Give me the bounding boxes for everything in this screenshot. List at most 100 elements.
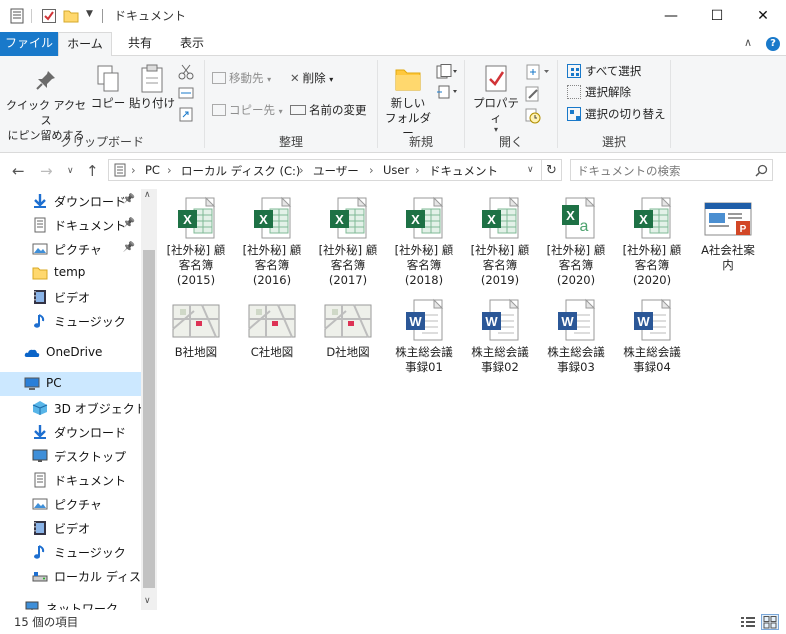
sidebar-item[interactable]: ドキュメント [0, 468, 141, 492]
new-folder-quick-icon[interactable] [63, 8, 79, 24]
copy-button[interactable]: コピー [90, 64, 126, 111]
svg-text:X: X [487, 212, 496, 227]
file-item[interactable]: X [社外秘] 顧客名簿 (2015) [159, 195, 233, 288]
refresh-icon[interactable]: ↻ [542, 159, 562, 181]
breadcrumb-separator-icon[interactable]: › [369, 163, 374, 177]
delete-button[interactable]: ✕ 削除 ▾ [290, 70, 333, 86]
sidebar-item[interactable]: ミュージック [0, 309, 141, 333]
sidebar-item[interactable]: ミュージック [0, 540, 141, 564]
file-list[interactable]: X [社外秘] 顧客名簿 (2015) X [社外秘] 顧客名簿 (2016) X [社外秘]… [157, 189, 786, 610]
file-name: [社外秘] 顧客名簿 (2020) [546, 243, 606, 287]
details-view-icon[interactable] [740, 615, 756, 629]
sidebar-item[interactable]: ピクチャ [0, 492, 141, 516]
tab-home[interactable]: ホーム [58, 32, 112, 57]
copy-to-button[interactable]: コピー先 ▾ [212, 102, 283, 118]
file-item[interactable]: W 株主総会議 事録03 [539, 297, 613, 375]
sidebar-item[interactable]: temp [0, 261, 141, 285]
easy-access-icon[interactable] [436, 84, 458, 100]
breadcrumb-separator-icon[interactable]: › [299, 163, 304, 177]
scroll-up-arrow-icon[interactable]: ∧ [144, 190, 151, 200]
open-icon[interactable] [525, 64, 551, 80]
breadcrumb-user[interactable]: User [383, 163, 409, 177]
invert-selection-label: 選択の切り替え [585, 107, 666, 121]
breadcrumb-users[interactable]: ユーザー [313, 163, 359, 179]
file-item[interactable]: X [社外秘] 顧客名簿 (2018) [387, 195, 461, 288]
help-icon[interactable]: ? [766, 37, 780, 51]
collapse-ribbon-icon[interactable]: ∧ [744, 36, 752, 49]
pin-quick-access-button[interactable]: クイック アクセス にピン留めする [4, 68, 88, 143]
large-icons-view-icon[interactable] [761, 614, 779, 630]
chevron-down-icon[interactable]: ▼ [86, 9, 93, 19]
pictures-icon [32, 241, 48, 257]
file-item[interactable]: W 株主総会議 事録01 [387, 297, 461, 375]
search-input[interactable]: ドキュメントの検索 [577, 163, 681, 179]
file-item[interactable]: P A社会社案内 [691, 195, 765, 273]
address-history-chevron-icon[interactable]: ∨ [527, 165, 534, 175]
sidebar-item[interactable]: ダウンロード 📌 [0, 189, 141, 213]
file-item[interactable]: X [社外秘] 顧客名簿 (2019) [463, 195, 537, 288]
breadcrumb-pc[interactable]: PC [145, 163, 160, 177]
file-item[interactable]: C社地図 [235, 297, 309, 360]
rename-button[interactable]: 名前の変更 [290, 102, 367, 118]
desktop-icon [32, 448, 48, 464]
tab-view[interactable]: 表示 [170, 32, 214, 56]
file-item[interactable]: a X [社外秘] 顧客名簿 (2020) [539, 195, 613, 288]
file-item[interactable]: W 株主総会議 事録04 [615, 297, 689, 375]
organize-group-label: 整理 [278, 135, 303, 149]
search-icon[interactable] [755, 164, 768, 177]
close-button[interactable]: ✕ [740, 0, 786, 32]
sidebar-item-label: ドキュメント [54, 474, 127, 488]
back-arrow-icon[interactable]: ← [12, 162, 25, 180]
sidebar-item[interactable]: ローカル ディスク (C [0, 564, 170, 588]
breadcrumb-documents[interactable]: ドキュメント [429, 163, 498, 179]
up-arrow-icon[interactable]: ↑ [86, 162, 99, 180]
file-item[interactable]: X [社外秘] 顧客名簿 (2017) [311, 195, 385, 288]
tab-share[interactable]: 共有 [118, 32, 162, 56]
invert-selection-button[interactable]: 選択の切り替え [567, 106, 666, 122]
sidebar-item[interactable]: ビデオ [0, 285, 141, 309]
sidebar-item[interactable]: OneDrive [0, 341, 141, 365]
svg-text:W: W [637, 314, 650, 329]
sidebar-item[interactable]: ビデオ [0, 516, 141, 540]
word-icon: W [552, 297, 600, 345]
file-item[interactable]: W 株主総会議 事録02 [463, 297, 537, 375]
sidebar-item[interactable]: ダウンロード [0, 420, 141, 444]
search-box[interactable]: ドキュメントの検索 [570, 159, 773, 181]
breadcrumb-separator-icon[interactable]: › [167, 163, 172, 177]
paste-shortcut-icon[interactable] [178, 106, 194, 122]
minimize-button[interactable]: — [648, 0, 694, 32]
paste-button[interactable]: 貼り付け [128, 64, 176, 111]
select-none-button[interactable]: 選択解除 [567, 84, 631, 100]
breadcrumb-separator-icon[interactable]: › [131, 163, 136, 177]
properties-button[interactable]: プロパティ ▾ [468, 64, 524, 134]
file-name: [社外秘] 顧客名簿 (2016) [242, 243, 302, 287]
move-to-button[interactable]: 移動先 ▾ [212, 70, 271, 86]
sidebar-item[interactable]: PC [0, 372, 141, 396]
cut-icon[interactable] [178, 64, 194, 80]
new-folder-button[interactable]: 新しい フォルダー [380, 64, 436, 141]
maximize-button[interactable]: ☐ [694, 0, 740, 32]
file-item[interactable]: D社地図 [311, 297, 385, 360]
file-item[interactable]: B社地図 [159, 297, 233, 360]
sidebar-item[interactable]: ピクチャ 📌 [0, 237, 141, 261]
file-item[interactable]: X [社外秘] 顧客名簿 (2020) [615, 195, 689, 288]
select-all-button[interactable]: すべて選択 [567, 63, 641, 79]
scroll-down-arrow-icon[interactable]: ∨ [144, 596, 151, 606]
properties-quick-icon[interactable] [9, 8, 25, 24]
new-item-icon[interactable] [436, 64, 458, 80]
sidebar-item[interactable]: 3D オブジェクト [0, 396, 147, 420]
copy-path-icon[interactable] [178, 86, 194, 100]
sidebar-item[interactable]: デスクトップ [0, 444, 141, 468]
tab-file[interactable]: ファイル [0, 32, 58, 56]
checkmark-quick-icon[interactable] [41, 8, 57, 24]
forward-arrow-icon[interactable]: → [40, 162, 53, 180]
breadcrumb-separator-icon[interactable]: › [415, 163, 420, 177]
breadcrumb-local-disk[interactable]: ローカル ディスク (C:) [181, 163, 300, 179]
history-icon[interactable] [525, 108, 541, 124]
sidebar-item[interactable]: ドキュメント 📌 [0, 213, 141, 237]
recent-locations-chevron-icon[interactable]: ∨ [67, 166, 74, 176]
file-item[interactable]: X [社外秘] 顧客名簿 (2016) [235, 195, 309, 288]
address-bar[interactable]: › PC › ローカル ディスク (C:) › ユーザー › User › ドキ… [108, 159, 542, 181]
nav-scrollbar-thumb[interactable] [143, 250, 155, 588]
edit-icon[interactable] [525, 86, 541, 102]
